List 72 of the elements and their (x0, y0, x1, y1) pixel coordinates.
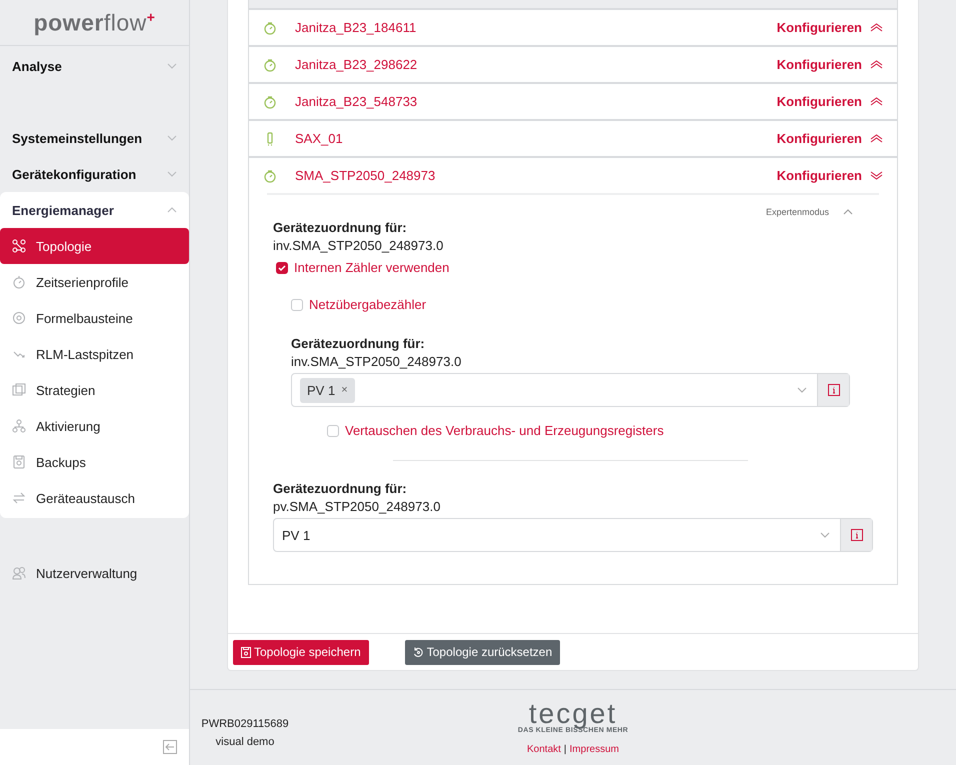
checkbox-label[interactable]: Netzübergabezähler (309, 297, 426, 312)
tecget-logo: tecget (528, 700, 618, 726)
remove-tag-button[interactable]: × (341, 384, 348, 396)
nav-group-label: Analyse (12, 58, 62, 74)
meter-icon (263, 94, 277, 108)
powerflow-logo: powerflow$^{+}$ (34, 8, 156, 36)
select-value: PV 1 (282, 528, 312, 542)
configure-link[interactable]: Konfigurieren (776, 168, 883, 183)
save-button[interactable]: Topologie speichern (233, 640, 369, 664)
nav-item[interactable]: Nutzerverwaltung (0, 555, 189, 591)
nav-group[interactable]: Energiemanager (0, 192, 189, 228)
field-label: Gerätezuordnung für: (273, 481, 408, 496)
expert-mode-toggle[interactable]: Expertenmodus (766, 207, 829, 217)
chevron-down-icon (820, 532, 830, 538)
device-id: pv.SMA_STP2050_248973.0 (273, 499, 442, 514)
nav-group-label: Systemeinstellungen (12, 130, 142, 146)
nav-icon (12, 455, 26, 469)
nav-group[interactable]: Systemeinstellungen (0, 120, 189, 156)
device-name: SAX_01 (295, 131, 344, 146)
nav-item[interactable]: Aktivierung (0, 408, 189, 444)
reset-icon (412, 646, 424, 658)
device-id: inv.SMA_STP2050_248973.0 (273, 238, 444, 253)
nav-icon (12, 311, 26, 325)
nav-item[interactable]: Backups (0, 444, 189, 480)
info-icon[interactable] (850, 529, 862, 541)
field-label: Gerätezuordnung für: (273, 220, 408, 235)
reset-button[interactable]: Topologie zurücksetzen (404, 640, 560, 664)
users-icon (12, 566, 26, 580)
imprint-link[interactable]: Impressum (570, 744, 619, 754)
device-name: Janitza_B23_298622 (295, 57, 418, 72)
select-field[interactable]: PV 1 (273, 518, 873, 552)
nav-item[interactable]: Zeitserienprofile (0, 264, 189, 300)
nav-group[interactable]: Gerätekonfiguration (0, 156, 189, 192)
tag-select-field[interactable]: PV 1 × (291, 373, 850, 407)
mode-label: visual demo (216, 736, 274, 748)
checkbox-label[interactable]: Vertauschen des Verbrauchs- und Erzeugungsregisters (345, 423, 664, 438)
save-icon (241, 646, 251, 658)
info-icon[interactable] (828, 384, 840, 396)
nav-group[interactable]: Analyse (0, 48, 189, 84)
device-id: inv.SMA_STP2050_248973.0 (291, 354, 462, 369)
meter-icon (263, 20, 277, 34)
serial-number: PWRB029115689 (201, 718, 289, 730)
configure-link[interactable]: Konfigurieren (776, 20, 883, 35)
configure-link[interactable]: Konfigurieren (776, 94, 883, 109)
checkbox[interactable] (276, 262, 288, 274)
configure-link[interactable]: Konfigurieren (776, 131, 883, 146)
check-icon (278, 264, 286, 272)
configure-link[interactable]: Konfigurieren (776, 57, 883, 72)
nav-icon (12, 491, 26, 505)
meter-icon (263, 168, 277, 182)
field-label: Gerätezuordnung für: (291, 336, 426, 351)
nav-item[interactable]: Strategien (0, 372, 189, 408)
tag-label: PV 1 (307, 382, 336, 398)
nav-icon (12, 383, 26, 397)
chevron-icon (843, 209, 853, 215)
nav-item[interactable]: RLM-Lastspitzen (0, 336, 189, 372)
nav-icon (12, 239, 26, 253)
nav-item[interactable]: Topologie (0, 228, 189, 264)
device-name: Janitza_B23_548733 (295, 94, 418, 109)
device-name: Janitza_B23_184611 (295, 20, 418, 35)
checkbox-label[interactable]: Internen Zähler verwenden (294, 260, 450, 275)
nav-icon (12, 275, 26, 289)
nav-group-label: Gerätekonfiguration (12, 166, 136, 182)
contact-link[interactable]: Kontakt (527, 744, 561, 754)
nav-item[interactable]: Geräteaustausch (0, 480, 189, 516)
nav-item[interactable]: Formelbausteine (0, 300, 189, 336)
nav-group-label: Energiemanager (12, 202, 114, 218)
nav-icon (12, 419, 26, 433)
chevron-down-icon (797, 387, 807, 393)
link-separator: | (564, 744, 567, 754)
meter-icon (263, 58, 277, 72)
device-name: SMA_STP2050_248973 (295, 168, 436, 183)
